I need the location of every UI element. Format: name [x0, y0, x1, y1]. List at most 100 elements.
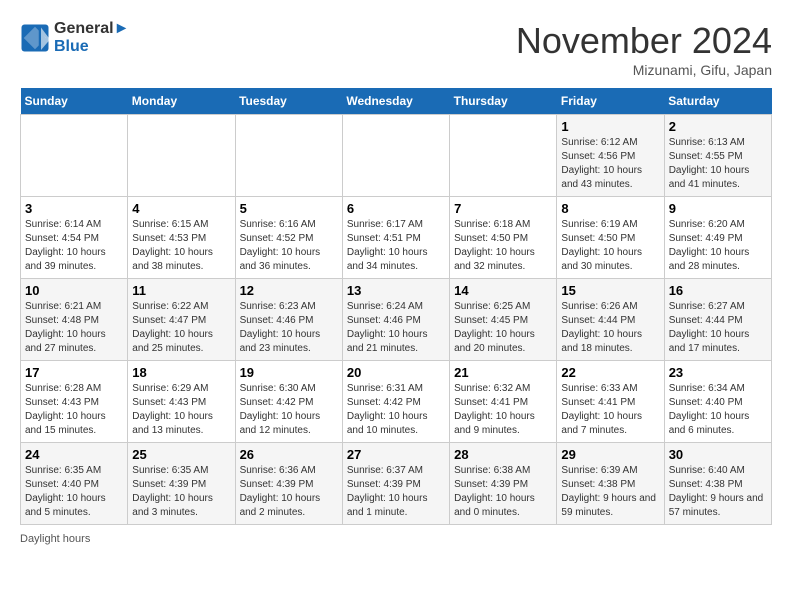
day-info: Sunrise: 6:31 AM Sunset: 4:42 PM Dayligh… — [347, 382, 445, 438]
calendar-cell: 27 Sunrise: 6:37 AM Sunset: 4:39 PM Dayli… — [342, 443, 449, 525]
day-number: 17 — [25, 365, 123, 380]
day-number: 5 — [240, 201, 338, 216]
week-row-2: 3Sunrise: 6:14 AM Sunset: 4:54 PM Daylig… — [21, 197, 772, 279]
day-number: 29 — [561, 447, 659, 462]
calendar-cell: 15Sunrise: 6:26 AM Sunset: 4:44 PM Dayli… — [557, 279, 664, 361]
day-info: Sunrise: 6:22 AM Sunset: 4:47 PM Dayligh… — [132, 300, 230, 356]
col-header-wednesday: Wednesday — [342, 88, 449, 115]
day-info: Sunrise: 6:19 AM Sunset: 4:50 PM Dayligh… — [561, 218, 659, 274]
calendar-cell: 14 Sunrise: 6:25 AM Sunset: 4:45 PM Dayli… — [450, 279, 557, 361]
day-number: 21 — [454, 365, 552, 380]
calendar-cell: 25 Sunrise: 6:35 AM Sunset: 4:39 PM Dayli… — [128, 443, 235, 525]
day-info: Sunrise: 6:18 AM Sunset: 4:50 PM Dayligh… — [454, 218, 552, 274]
calendar-cell: 23Sunrise: 6:34 AM Sunset: 4:40 PM Dayli… — [664, 361, 771, 443]
day-info: Sunrise: 6:20 AM Sunset: 4:49 PM Dayligh… — [669, 218, 767, 274]
day-number: 19 — [240, 365, 338, 380]
day-number: 20 — [347, 365, 445, 380]
calendar-cell — [128, 115, 235, 197]
col-header-saturday: Saturday — [664, 88, 771, 115]
calendar-cell: 20 Sunrise: 6:31 AM Sunset: 4:42 PM Dayli… — [342, 361, 449, 443]
day-number: 24 — [25, 447, 123, 462]
title-block: November 2024 Mizunami, Gifu, Japan — [516, 20, 772, 78]
calendar-cell: 6 Sunrise: 6:17 AM Sunset: 4:51 PM Daylig… — [342, 197, 449, 279]
day-number: 4 — [132, 201, 230, 216]
calendar-cell: 29 Sunrise: 6:39 AM Sunset: 4:38 PM Dayli… — [557, 443, 664, 525]
week-row-3: 10 Sunrise: 6:21 AM Sunset: 4:48 PM Dayli… — [21, 279, 772, 361]
day-info: Sunrise: 6:15 AM Sunset: 4:53 PM Dayligh… — [132, 218, 230, 274]
day-number: 11 — [132, 283, 230, 298]
logo-icon — [20, 23, 50, 53]
day-info: Sunrise: 6:28 AM Sunset: 4:43 PM Dayligh… — [25, 382, 123, 438]
calendar-cell: 28Sunrise: 6:38 AM Sunset: 4:39 PM Dayli… — [450, 443, 557, 525]
daylight-label: Daylight hours — [20, 533, 90, 545]
day-number: 14 — [454, 283, 552, 298]
day-info: Sunrise: 6:39 AM Sunset: 4:38 PM Dayligh… — [561, 464, 659, 520]
day-info: Sunrise: 6:14 AM Sunset: 4:54 PM Dayligh… — [25, 218, 123, 274]
day-number: 23 — [669, 365, 767, 380]
calendar-cell — [235, 115, 342, 197]
day-info: Sunrise: 6:33 AM Sunset: 4:41 PM Dayligh… — [561, 382, 659, 438]
day-info: Sunrise: 6:36 AM Sunset: 4:39 PM Dayligh… — [240, 464, 338, 520]
week-row-4: 17 Sunrise: 6:28 AM Sunset: 4:43 PM Dayli… — [21, 361, 772, 443]
calendar-cell: 17 Sunrise: 6:28 AM Sunset: 4:43 PM Dayli… — [21, 361, 128, 443]
location: Mizunami, Gifu, Japan — [516, 62, 772, 78]
calendar-cell: 18Sunrise: 6:29 AM Sunset: 4:43 PM Dayli… — [128, 361, 235, 443]
calendar-cell: 5Sunrise: 6:16 AM Sunset: 4:52 PM Daylig… — [235, 197, 342, 279]
day-info: Sunrise: 6:37 AM Sunset: 4:39 PM Dayligh… — [347, 464, 445, 520]
calendar-cell: 4 Sunrise: 6:15 AM Sunset: 4:53 PM Daylig… — [128, 197, 235, 279]
day-number: 18 — [132, 365, 230, 380]
day-info: Sunrise: 6:30 AM Sunset: 4:42 PM Dayligh… — [240, 382, 338, 438]
calendar-cell: 22 Sunrise: 6:33 AM Sunset: 4:41 PM Dayli… — [557, 361, 664, 443]
calendar-cell: 11 Sunrise: 6:22 AM Sunset: 4:47 PM Dayli… — [128, 279, 235, 361]
day-number: 2 — [669, 119, 767, 134]
day-number: 9 — [669, 201, 767, 216]
calendar-cell — [21, 115, 128, 197]
day-info: Sunrise: 6:27 AM Sunset: 4:44 PM Dayligh… — [669, 300, 767, 356]
calendar-cell: 3Sunrise: 6:14 AM Sunset: 4:54 PM Daylig… — [21, 197, 128, 279]
day-info: Sunrise: 6:25 AM Sunset: 4:45 PM Dayligh… — [454, 300, 552, 356]
calendar-cell: 24 Sunrise: 6:35 AM Sunset: 4:40 PM Dayli… — [21, 443, 128, 525]
day-info: Sunrise: 6:35 AM Sunset: 4:40 PM Dayligh… — [25, 464, 123, 520]
day-number: 28 — [454, 447, 552, 462]
col-header-sunday: Sunday — [21, 88, 128, 115]
calendar-cell — [450, 115, 557, 197]
logo-text: General► Blue — [54, 20, 129, 56]
day-number: 7 — [454, 201, 552, 216]
day-number: 6 — [347, 201, 445, 216]
day-info: Sunrise: 6:21 AM Sunset: 4:48 PM Dayligh… — [25, 300, 123, 356]
calendar-cell: 8Sunrise: 6:19 AM Sunset: 4:50 PM Daylig… — [557, 197, 664, 279]
day-number: 1 — [561, 119, 659, 134]
calendar-table: SundayMondayTuesdayWednesdayThursdayFrid… — [20, 88, 772, 525]
calendar-cell: 10 Sunrise: 6:21 AM Sunset: 4:48 PM Dayli… — [21, 279, 128, 361]
week-row-1: 1 Sunrise: 6:12 AM Sunset: 4:56 PM Daylig… — [21, 115, 772, 197]
month-title: November 2024 — [516, 20, 772, 62]
day-info: Sunrise: 6:12 AM Sunset: 4:56 PM Dayligh… — [561, 136, 659, 192]
week-row-5: 24 Sunrise: 6:35 AM Sunset: 4:40 PM Dayli… — [21, 443, 772, 525]
calendar-cell: 9 Sunrise: 6:20 AM Sunset: 4:49 PM Daylig… — [664, 197, 771, 279]
calendar-cell: 12Sunrise: 6:23 AM Sunset: 4:46 PM Dayli… — [235, 279, 342, 361]
day-info: Sunrise: 6:13 AM Sunset: 4:55 PM Dayligh… — [669, 136, 767, 192]
col-header-thursday: Thursday — [450, 88, 557, 115]
day-number: 26 — [240, 447, 338, 462]
calendar-cell: 21 Sunrise: 6:32 AM Sunset: 4:41 PM Dayli… — [450, 361, 557, 443]
day-number: 25 — [132, 447, 230, 462]
calendar-cell: 1 Sunrise: 6:12 AM Sunset: 4:56 PM Daylig… — [557, 115, 664, 197]
calendar-cell: 2 Sunrise: 6:13 AM Sunset: 4:55 PM Daylig… — [664, 115, 771, 197]
calendar-cell: 13 Sunrise: 6:24 AM Sunset: 4:46 PM Dayli… — [342, 279, 449, 361]
day-info: Sunrise: 6:32 AM Sunset: 4:41 PM Dayligh… — [454, 382, 552, 438]
day-number: 10 — [25, 283, 123, 298]
calendar-header-row: SundayMondayTuesdayWednesdayThursdayFrid… — [21, 88, 772, 115]
day-info: Sunrise: 6:35 AM Sunset: 4:39 PM Dayligh… — [132, 464, 230, 520]
day-info: Sunrise: 6:24 AM Sunset: 4:46 PM Dayligh… — [347, 300, 445, 356]
calendar-cell: 7 Sunrise: 6:18 AM Sunset: 4:50 PM Daylig… — [450, 197, 557, 279]
day-number: 22 — [561, 365, 659, 380]
day-info: Sunrise: 6:17 AM Sunset: 4:51 PM Dayligh… — [347, 218, 445, 274]
calendar-cell: 26 Sunrise: 6:36 AM Sunset: 4:39 PM Dayli… — [235, 443, 342, 525]
logo: General► Blue — [20, 20, 129, 56]
day-info: Sunrise: 6:23 AM Sunset: 4:46 PM Dayligh… — [240, 300, 338, 356]
calendar-cell — [342, 115, 449, 197]
day-number: 27 — [347, 447, 445, 462]
calendar-cell: 30Sunrise: 6:40 AM Sunset: 4:38 PM Dayli… — [664, 443, 771, 525]
calendar-cell: 19 Sunrise: 6:30 AM Sunset: 4:42 PM Dayli… — [235, 361, 342, 443]
day-number: 13 — [347, 283, 445, 298]
